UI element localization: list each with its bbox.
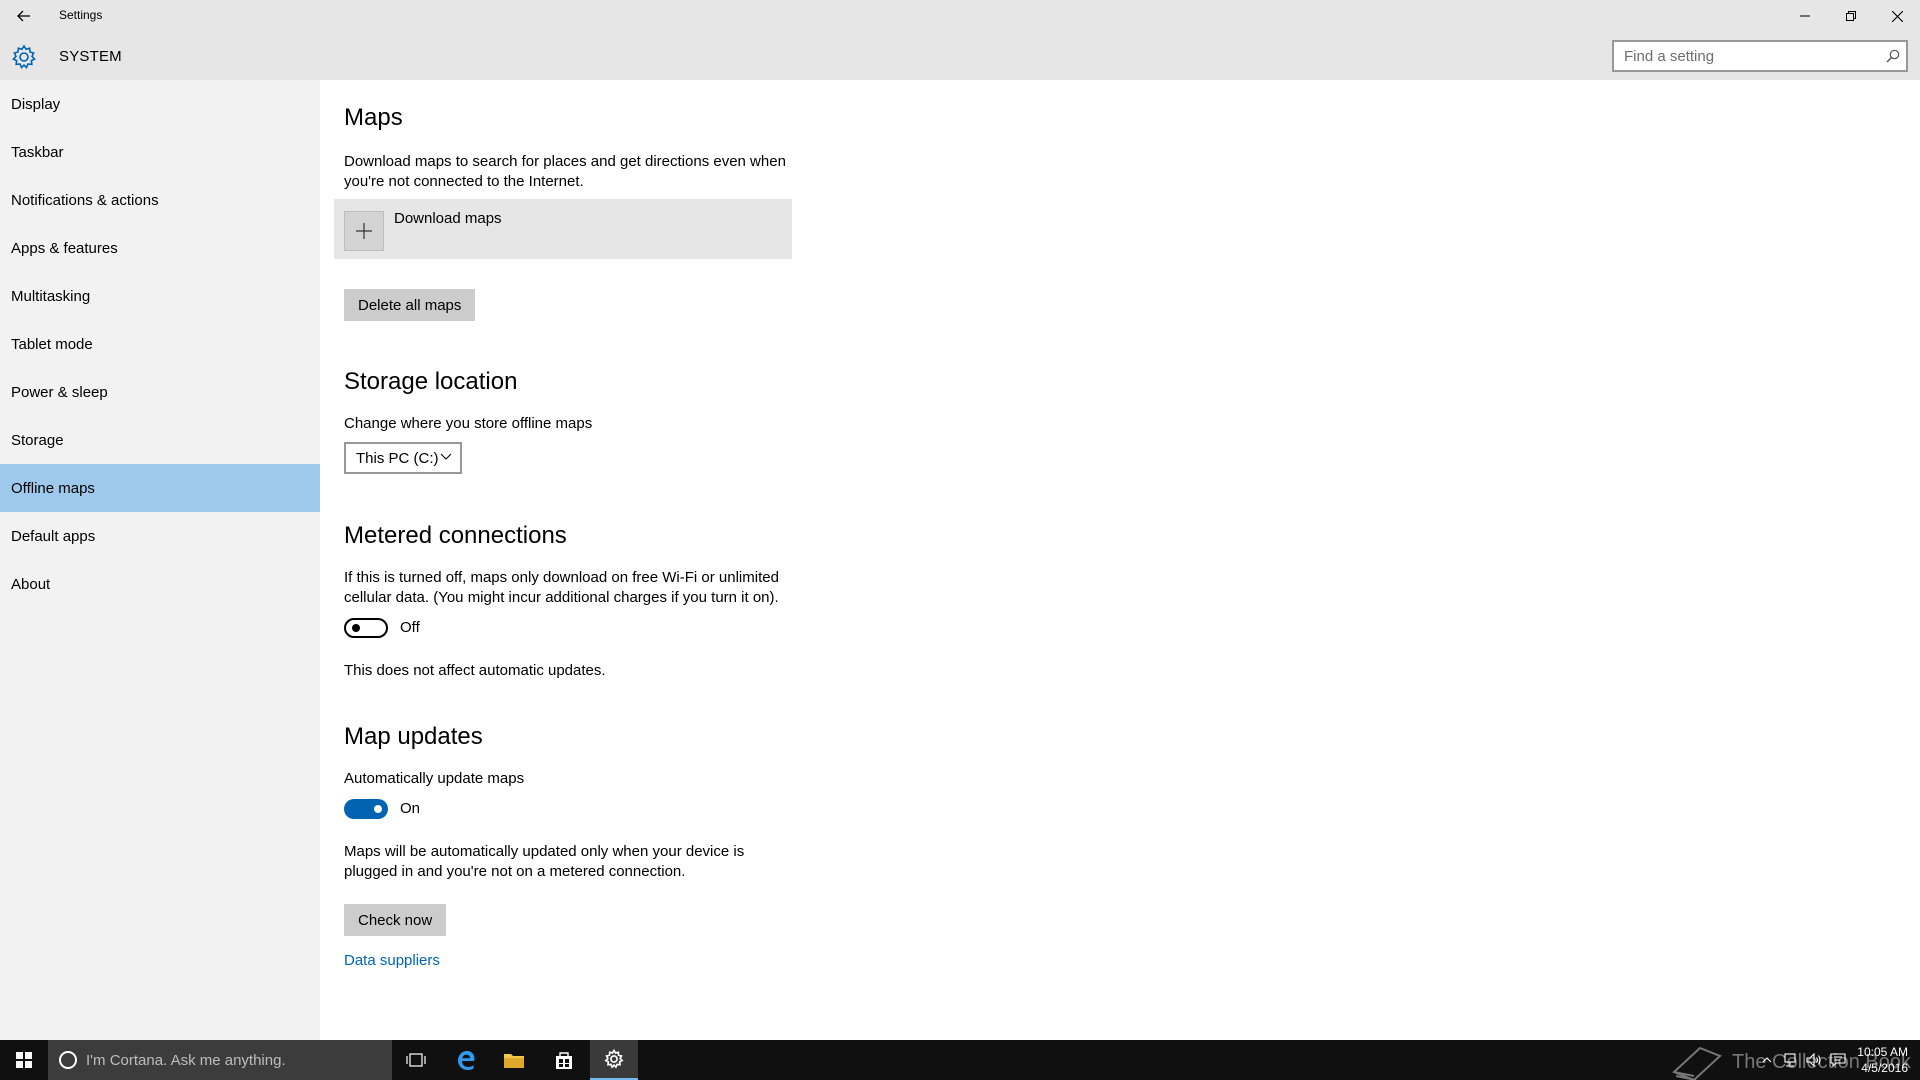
file-explorer-button[interactable] xyxy=(490,1040,538,1080)
sidebar-item-apps-features[interactable]: Apps & features xyxy=(0,224,320,272)
section-title: SYSTEM xyxy=(59,48,122,65)
plus-icon-box xyxy=(344,211,384,251)
store-bag-icon xyxy=(556,1052,572,1069)
book-logo-icon xyxy=(1672,1046,1722,1080)
cortana-icon xyxy=(59,1051,77,1069)
sidebar-item-label: Default apps xyxy=(11,527,96,545)
data-suppliers-link[interactable]: Data suppliers xyxy=(344,952,440,969)
metered-note: This does not affect automatic updates. xyxy=(344,662,606,679)
taskbar-clock[interactable]: 10:05 AM 4/5/2016 xyxy=(1846,1044,1908,1076)
sidebar-item-display[interactable]: Display xyxy=(0,80,320,128)
maps-heading: Maps xyxy=(344,104,403,131)
sidebar-item-notifications[interactable]: Notifications & actions xyxy=(0,176,320,224)
sidebar-item-power-sleep[interactable]: Power & sleep xyxy=(0,368,320,416)
storage-location-heading: Storage location xyxy=(344,368,518,395)
delete-all-maps-button[interactable]: Delete all maps xyxy=(344,289,476,321)
sidebar-item-label: Multitasking xyxy=(11,287,91,305)
sidebar-item-label: Power & sleep xyxy=(11,383,108,401)
toggle-knob xyxy=(374,805,382,813)
sidebar: Display Taskbar Notifications & actions … xyxy=(0,80,320,1040)
sidebar-item-label: Display xyxy=(11,95,61,113)
task-view-button[interactable] xyxy=(392,1040,440,1080)
sidebar-item-label: Storage xyxy=(11,431,64,449)
plus-icon xyxy=(356,223,372,239)
metered-connections-heading: Metered connections xyxy=(344,522,567,549)
sidebar-item-offline-maps[interactable]: Offline maps xyxy=(0,464,320,512)
download-maps-tile[interactable]: Download maps xyxy=(334,199,792,259)
minimize-button[interactable] xyxy=(1782,0,1828,32)
window-title: Settings xyxy=(59,8,103,22)
back-arrow-icon xyxy=(17,10,30,22)
sidebar-item-label: About xyxy=(11,575,51,593)
edge-button[interactable] xyxy=(442,1040,490,1080)
restore-icon xyxy=(1846,11,1856,21)
sidebar-item-label: Notifications & actions xyxy=(11,191,159,209)
toggle-knob xyxy=(352,624,360,632)
chevron-up-icon xyxy=(1762,1057,1772,1063)
volume-tray-button[interactable] xyxy=(1802,1040,1826,1080)
cortana-search[interactable] xyxy=(48,1040,392,1080)
sidebar-item-tablet-mode[interactable]: Tablet mode xyxy=(0,320,320,368)
maps-description-line1: Download maps to search for places and g… xyxy=(344,153,786,170)
sidebar-item-label: Offline maps xyxy=(11,479,95,497)
sidebar-item-storage[interactable]: Storage xyxy=(0,416,320,464)
updates-description: Automatically update maps xyxy=(344,770,525,787)
show-hidden-icons-button[interactable] xyxy=(1756,1040,1778,1080)
network-tray-button[interactable] xyxy=(1778,1040,1802,1080)
clock-time: 10:05 AM xyxy=(1857,1045,1908,1059)
maps-description-line2: you're not connected to the Internet. xyxy=(344,173,584,190)
search-box[interactable] xyxy=(1612,40,1908,72)
metered-toggle-state: Off xyxy=(400,619,420,636)
auto-update-toggle-state: On xyxy=(400,800,421,817)
search-icon[interactable] xyxy=(1886,49,1900,63)
task-view-icon xyxy=(406,1053,426,1067)
close-icon xyxy=(1891,10,1903,22)
taskbar: The Collection Book 10:05 AM 4/5/2016 xyxy=(0,1040,1920,1080)
back-button[interactable] xyxy=(8,4,40,28)
metered-description-line2: cellular data. (You might incur addition… xyxy=(344,589,779,606)
sidebar-item-multitasking[interactable]: Multitasking xyxy=(0,272,320,320)
sidebar-item-label: Taskbar xyxy=(11,143,64,161)
sidebar-item-about[interactable]: About xyxy=(0,560,320,608)
network-icon xyxy=(1784,1053,1796,1067)
title-bar: Settings xyxy=(0,0,1920,32)
settings-gear-icon xyxy=(604,1049,624,1069)
updates-note-line2: plugged in and you're not on a metered c… xyxy=(344,863,686,880)
gear-icon xyxy=(12,44,36,70)
close-button[interactable] xyxy=(1874,0,1920,32)
folder-icon xyxy=(504,1054,524,1068)
edge-browser-icon xyxy=(458,1051,475,1070)
sidebar-item-taskbar[interactable]: Taskbar xyxy=(0,128,320,176)
cortana-input[interactable] xyxy=(86,1051,366,1069)
storage-drive-select[interactable]: This PC (C:) xyxy=(344,442,462,474)
sidebar-item-label: Apps & features xyxy=(11,239,118,257)
check-now-button[interactable]: Check now xyxy=(344,904,447,936)
speaker-icon xyxy=(1806,1053,1821,1067)
start-button[interactable] xyxy=(0,1040,48,1080)
sidebar-item-label: Tablet mode xyxy=(11,335,93,353)
search-input[interactable] xyxy=(1614,42,1864,70)
clock-date: 4/5/2016 xyxy=(1861,1061,1908,1075)
map-updates-heading: Map updates xyxy=(344,723,483,750)
main-content: Maps Download maps to search for places … xyxy=(320,80,1920,1040)
minimize-icon xyxy=(1800,15,1810,17)
settings-header: SYSTEM xyxy=(0,32,1920,80)
storage-description: Change where you store offline maps xyxy=(344,415,593,432)
windows-logo-icon xyxy=(16,1052,32,1068)
auto-update-toggle[interactable] xyxy=(344,799,388,819)
notification-icon xyxy=(1830,1053,1846,1067)
download-maps-label: Download maps xyxy=(394,210,502,227)
store-button[interactable] xyxy=(540,1040,588,1080)
restore-button[interactable] xyxy=(1828,0,1874,32)
metered-toggle[interactable] xyxy=(344,618,388,638)
settings-taskbar-button[interactable] xyxy=(590,1040,638,1080)
updates-note-line1: Maps will be automatically updated only … xyxy=(344,843,745,860)
metered-description-line1: If this is turned off, maps only downloa… xyxy=(344,569,779,586)
storage-drive-value: This PC (C:) xyxy=(356,449,439,467)
chevron-down-icon xyxy=(440,453,452,460)
sidebar-item-default-apps[interactable]: Default apps xyxy=(0,512,320,560)
